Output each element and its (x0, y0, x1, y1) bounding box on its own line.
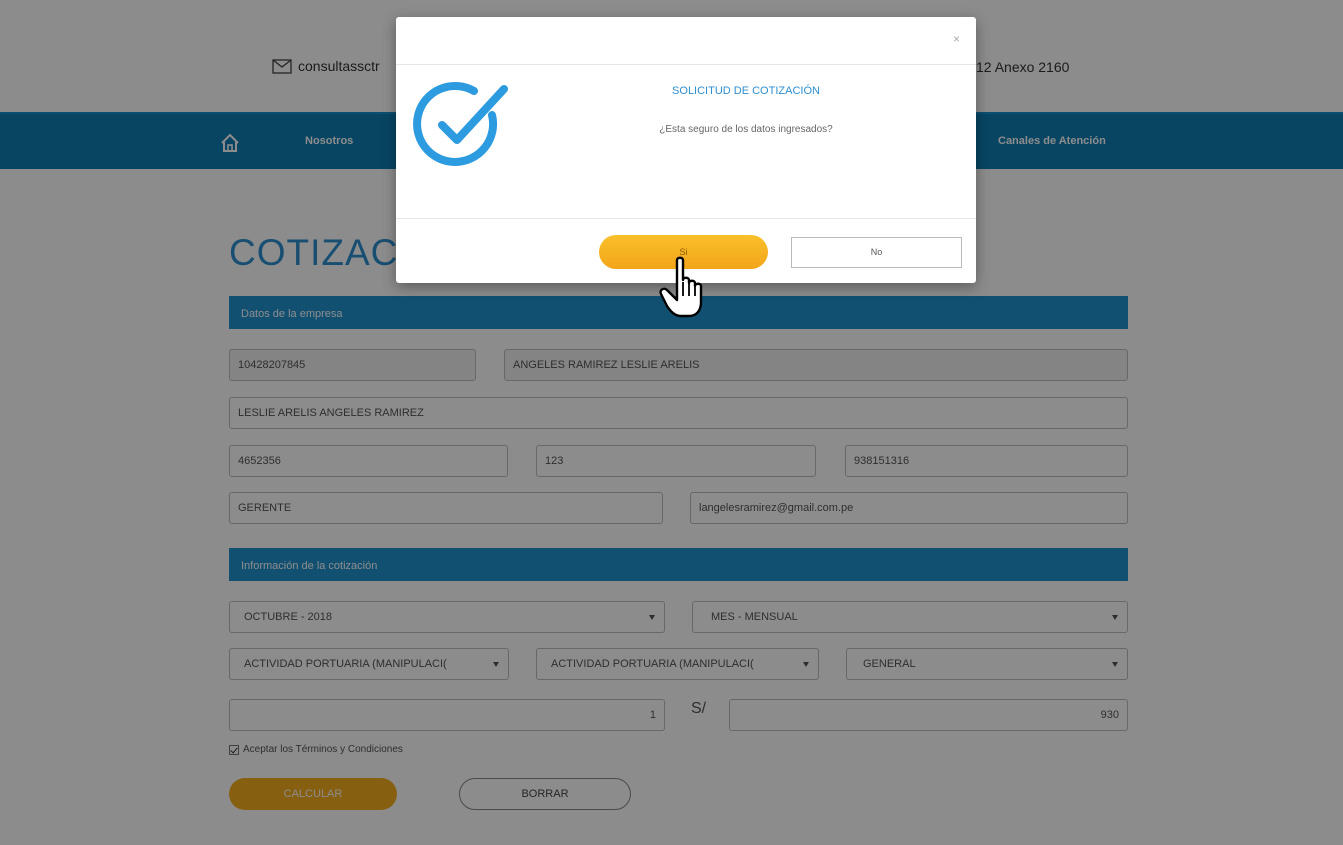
close-icon[interactable]: × (953, 33, 960, 45)
modal-message: ¿Esta seguro de los datos ingresados? (659, 124, 833, 135)
modal-title: SOLICITUD DE COTIZACIÓN (672, 85, 820, 97)
modal-divider-top (396, 64, 976, 65)
check-circle-icon (413, 81, 508, 166)
confirmation-modal: × SOLICITUD DE COTIZACIÓN ¿Esta seguro d… (396, 17, 976, 283)
hand-pointer-icon (659, 256, 703, 318)
modal-divider-bottom (396, 218, 976, 219)
confirm-no-button[interactable]: No (791, 237, 962, 268)
